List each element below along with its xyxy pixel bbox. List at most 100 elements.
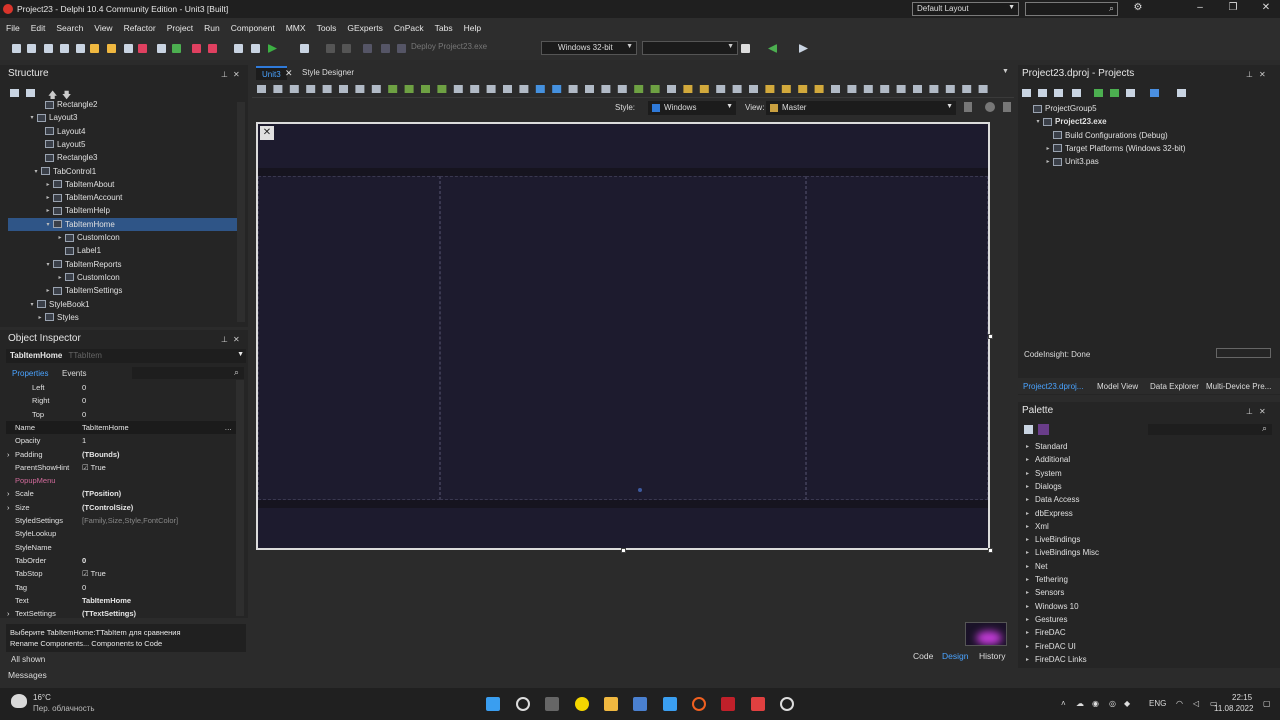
- form-design-surface[interactable]: ✕: [256, 122, 990, 550]
- stop-icon[interactable]: [342, 44, 351, 53]
- tab-code[interactable]: Code: [913, 651, 933, 661]
- property-row[interactable]: Left 0: [6, 381, 238, 394]
- pin-icon[interactable]: ⊥: [221, 335, 228, 344]
- property-row[interactable]: › Scale (TPosition): [6, 487, 238, 500]
- close-icon[interactable]: ✕: [1259, 70, 1266, 79]
- chevron-down-icon[interactable]: ▾: [1034, 118, 1042, 125]
- tab-model-view[interactable]: Model View: [1097, 382, 1138, 391]
- step-over-icon[interactable]: [363, 44, 372, 53]
- palette-category[interactable]: ▸ LiveBindings: [1026, 533, 1080, 546]
- chevron-right-icon[interactable]: ▸: [1026, 576, 1035, 583]
- clock-time[interactable]: 22:15: [1232, 693, 1252, 702]
- target-device-icon[interactable]: [741, 44, 750, 53]
- chrome-icon[interactable]: [780, 697, 794, 711]
- language-indicator[interactable]: ENG: [1149, 699, 1166, 708]
- project-tree-item[interactable]: ▸ Unit3.pas: [1020, 155, 1260, 168]
- chevron-right-icon[interactable]: ▸: [44, 181, 52, 188]
- palette-category[interactable]: ▸ Data Access: [1026, 493, 1079, 506]
- pointer-icon[interactable]: [1038, 424, 1049, 435]
- align-tool-icon[interactable]: [749, 85, 758, 93]
- filter-icon[interactable]: [1150, 89, 1159, 97]
- close-file-icon[interactable]: [124, 44, 133, 53]
- align-tool-icon[interactable]: [503, 85, 512, 93]
- chevron-right-icon[interactable]: ▸: [36, 314, 44, 321]
- tray-security-icon[interactable]: ◆: [1124, 699, 1130, 708]
- menu-item[interactable]: Edit: [31, 23, 46, 33]
- build-icon[interactable]: [234, 44, 243, 53]
- property-value[interactable]: True: [91, 569, 106, 578]
- align-toolbar-icons[interactable]: [252, 81, 1014, 97]
- inspector-scrollbar[interactable]: [236, 380, 244, 616]
- align-tool-icon[interactable]: [388, 85, 398, 93]
- align-tool-icon[interactable]: [929, 85, 939, 93]
- project-tree-item[interactable]: Build Configurations (Debug): [1020, 129, 1260, 142]
- property-value[interactable]: 0: [82, 383, 86, 392]
- palette-category[interactable]: ▸ Dialogs: [1026, 480, 1062, 493]
- chevron-right-icon[interactable]: ▸: [1026, 603, 1035, 610]
- property-row[interactable]: Top 0: [6, 408, 238, 421]
- tab-style-designer[interactable]: Style Designer: [296, 66, 360, 80]
- add-project-icon[interactable]: [1038, 89, 1047, 97]
- app-icon[interactable]: [692, 697, 706, 711]
- align-tool-icon[interactable]: [404, 85, 414, 93]
- menu-item[interactable]: Tools: [317, 23, 337, 33]
- delete-view-icon[interactable]: [1003, 102, 1011, 112]
- view-select[interactable]: Master ▼: [766, 101, 956, 115]
- align-tool-icon[interactable]: [470, 85, 480, 93]
- align-tool-icon[interactable]: [962, 85, 972, 93]
- property-row[interactable]: Tag 0: [6, 581, 238, 594]
- collapse-icon[interactable]: [26, 89, 35, 97]
- align-tool-icon[interactable]: [257, 85, 266, 93]
- chevron-right-icon[interactable]: ▸: [1026, 643, 1035, 650]
- dx-icon[interactable]: [721, 697, 735, 711]
- property-row[interactable]: › Size (TControlSize): [6, 501, 238, 514]
- search-icon[interactable]: [516, 697, 530, 711]
- structure-item[interactable]: Rectangle3: [8, 151, 237, 164]
- resize-handle-right[interactable]: [988, 334, 993, 339]
- platform-select[interactable]: Windows 32-bit ▼: [541, 41, 637, 55]
- tab-history[interactable]: History: [979, 651, 1005, 661]
- palette-category[interactable]: ▸ Xml: [1026, 520, 1049, 533]
- tab-project-dproj[interactable]: Project23.dproj...: [1023, 382, 1083, 391]
- reopen-icon[interactable]: [107, 44, 116, 53]
- menu-item[interactable]: Tabs: [435, 23, 453, 33]
- structure-scrollbar[interactable]: [237, 102, 245, 322]
- palette-category[interactable]: ▸ FireDAC: [1026, 626, 1066, 639]
- property-value[interactable]: 0: [82, 583, 86, 592]
- chevron-right-icon[interactable]: ▸: [44, 207, 52, 214]
- palette-search-input[interactable]: [1148, 424, 1272, 435]
- pause-icon[interactable]: [326, 44, 335, 53]
- desktop-layout-select[interactable]: Default Layout ▼: [912, 2, 1019, 16]
- chevron-right-icon[interactable]: ▸: [1044, 158, 1052, 165]
- chevron-right-icon[interactable]: ▸: [1026, 536, 1035, 543]
- structure-item[interactable]: ▸ CustomIcon: [8, 271, 237, 284]
- chevron-down-icon[interactable]: ▾: [44, 261, 52, 268]
- property-row[interactable]: Text TabItemHome: [6, 594, 238, 607]
- align-tool-icon[interactable]: [847, 85, 857, 93]
- property-row[interactable]: Right 0: [6, 394, 238, 407]
- chevron-right-icon[interactable]: ▸: [44, 194, 52, 201]
- tab-events[interactable]: Events: [62, 369, 86, 378]
- close-icon[interactable]: ✕: [233, 335, 240, 344]
- header-rectangle[interactable]: [258, 168, 988, 176]
- palette-category[interactable]: ▸ Standard: [1026, 440, 1067, 453]
- structure-item[interactable]: ▾ TabControl1: [8, 165, 237, 178]
- property-value[interactable]: TabItemHome: [82, 596, 131, 605]
- chevron-right-icon[interactable]: ▸: [1026, 456, 1035, 463]
- property-search-input[interactable]: [132, 367, 244, 379]
- chevron-right-icon[interactable]: ▸: [1026, 549, 1035, 556]
- align-tool-icon[interactable]: [421, 85, 430, 93]
- chevron-right-icon[interactable]: ▸: [1026, 616, 1035, 623]
- chevron-down-icon[interactable]: ▾: [32, 168, 40, 175]
- menu-item[interactable]: Component: [231, 23, 275, 33]
- align-tool-icon[interactable]: [568, 85, 578, 93]
- expand-icon[interactable]: [1126, 89, 1135, 97]
- property-value[interactable]: 0: [82, 410, 86, 419]
- view-settings-icon[interactable]: [964, 102, 972, 112]
- right-layout[interactable]: [806, 176, 988, 500]
- mail-icon[interactable]: [663, 697, 677, 711]
- pin-icon[interactable]: ⊥: [1246, 70, 1253, 79]
- align-tool-icon[interactable]: [667, 85, 676, 93]
- view-unit-icon[interactable]: [172, 44, 181, 53]
- tab-bar-rectangle[interactable]: [258, 500, 988, 508]
